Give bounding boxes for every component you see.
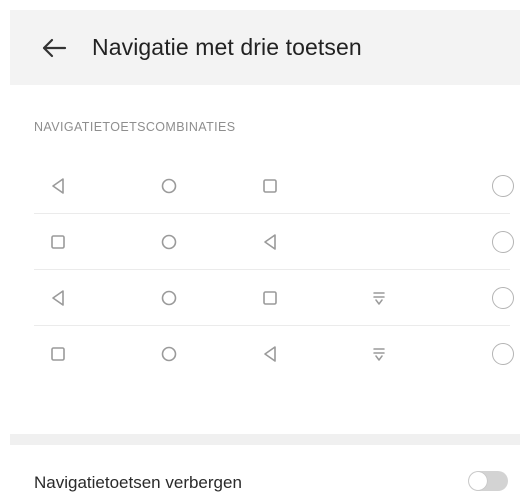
notification-pull-icon <box>371 345 387 363</box>
combination-option-2[interactable] <box>10 214 520 270</box>
recents-key-icon <box>49 345 67 363</box>
toggle-knob <box>469 472 487 490</box>
home-key-icon <box>160 177 178 195</box>
recents-key-icon <box>261 289 279 307</box>
combination-option-3[interactable] <box>10 270 520 326</box>
hide-navigation-keys-label: Navigatietoetsen verbergen <box>34 473 242 492</box>
home-key-icon <box>160 289 178 307</box>
back-key-icon <box>262 233 278 251</box>
home-key-icon <box>160 345 178 363</box>
back-button[interactable] <box>34 28 74 68</box>
combination-option-1[interactable] <box>10 158 520 214</box>
page-title: Navigatie met drie toetsen <box>92 34 362 60</box>
arrow-left-icon <box>42 38 67 57</box>
recents-key-icon <box>261 177 279 195</box>
back-key-icon <box>262 345 278 363</box>
home-key-icon <box>160 233 178 251</box>
combination-radio-1[interactable] <box>492 175 514 197</box>
hide-navigation-keys-toggle[interactable] <box>468 471 508 491</box>
combination-radio-2[interactable] <box>492 231 514 253</box>
app-bar: Navigatie met drie toetsen <box>10 10 520 85</box>
navigation-settings-screen: Navigatie met drie toetsen NAVIGATIETOET… <box>0 0 530 497</box>
hide-navigation-keys-row[interactable]: Navigatietoetsen verbergen <box>10 445 520 497</box>
recents-key-icon <box>49 233 67 251</box>
combination-option-4[interactable] <box>10 326 520 382</box>
back-key-icon <box>50 289 66 307</box>
section-label: NAVIGATIETOETSCOMBINATIES <box>34 120 236 134</box>
combination-radio-3[interactable] <box>492 287 514 309</box>
combination-radio-4[interactable] <box>492 343 514 365</box>
notification-pull-icon <box>371 289 387 307</box>
back-key-icon <box>50 177 66 195</box>
section-divider <box>10 434 520 445</box>
